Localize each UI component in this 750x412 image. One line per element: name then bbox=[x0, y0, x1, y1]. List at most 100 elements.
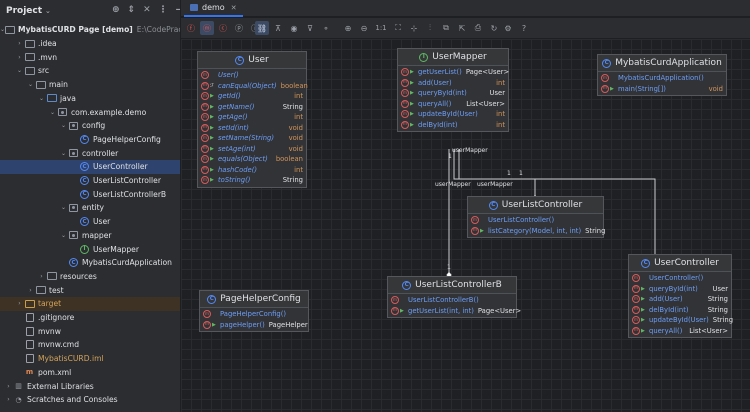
class-node[interactable]: C UserListControllerB m UserListControllerB… bbox=[387, 276, 521, 318]
method-row[interactable]: m ▶ updateById(User) int bbox=[398, 109, 508, 120]
method-row[interactable]: m User() bbox=[198, 70, 306, 81]
method-row[interactable]: m ▶ queryAll() List<User> bbox=[398, 99, 508, 110]
class-node[interactable]: C UserController m UserController() m ▶ queryB… bbox=[628, 254, 733, 338]
tree-item[interactable]: › test bbox=[0, 283, 180, 297]
copy-icon[interactable]: ⧉ bbox=[439, 21, 453, 35]
tree-item[interactable]: .gitignore bbox=[0, 311, 180, 325]
tree-item[interactable]: › ▥ External Libraries bbox=[0, 379, 180, 393]
tree-item[interactable]: ⌄ java bbox=[0, 92, 180, 106]
method-row[interactable]: m ▶ queryById(int) User bbox=[398, 88, 508, 99]
tree-item[interactable]: C UserController bbox=[0, 160, 180, 174]
tree-item[interactable]: ⌄ mapper bbox=[0, 229, 180, 243]
methods-icon[interactable]: ⓜ bbox=[200, 21, 214, 35]
class-node[interactable]: C UserListController m UserListController()… bbox=[467, 196, 605, 238]
diagram-canvas[interactable]: C User m User() m ℱcanEqual(Object) boolean m ▶ g… bbox=[181, 39, 750, 412]
properties-icon[interactable]: ⓟ bbox=[232, 21, 246, 35]
close-icon[interactable]: ✕ bbox=[231, 4, 237, 12]
print-icon[interactable]: ⎙ bbox=[471, 21, 485, 35]
chevron-down-icon[interactable]: ⌄ bbox=[15, 67, 24, 74]
tree-item[interactable]: › resources bbox=[0, 270, 180, 284]
tree-item[interactable]: C MybatisCurdApplication bbox=[0, 256, 180, 270]
method-row[interactable]: m UserListControllerB() bbox=[388, 295, 516, 306]
settings-icon[interactable]: ⚙ bbox=[501, 21, 515, 35]
method-row[interactable]: m ▶ queryAll() List<User> bbox=[629, 326, 731, 337]
visibility-icon[interactable]: ◉ bbox=[287, 21, 301, 35]
method-row[interactable]: m ▶ queryById(int) User bbox=[629, 284, 731, 295]
method-row[interactable]: m ▶ toString() String bbox=[198, 175, 306, 186]
tree-item[interactable]: ⌄ config bbox=[0, 119, 180, 133]
zoom-out-icon[interactable]: ⊖ bbox=[357, 21, 371, 35]
layer-icon[interactable]: ⚬ bbox=[319, 21, 333, 35]
method-row[interactable]: m ▶ getUserList(int, int) Page<User> bbox=[388, 306, 521, 317]
class-node[interactable]: C User m User() m ℱcanEqual(Object) boolean m ▶ g… bbox=[197, 51, 308, 188]
project-pane-header[interactable]: Project ⌄ ⊕ ⇕ ✕ ⋮ — bbox=[0, 0, 180, 22]
show-categories-icon[interactable]: ⊼ bbox=[271, 21, 285, 35]
tree-item[interactable]: mvnw bbox=[0, 324, 180, 338]
chevron-down-icon[interactable]: ⌄ bbox=[48, 109, 57, 116]
tree-item[interactable]: MybatisCURD.iml bbox=[0, 352, 180, 366]
method-row[interactable]: m ▶ getId() int bbox=[198, 91, 306, 102]
tree-item[interactable]: ⌄ src bbox=[0, 64, 180, 78]
method-row[interactable]: m ℱcanEqual(Object) boolean bbox=[198, 81, 308, 92]
zoom-in-icon[interactable]: ⊕ bbox=[341, 21, 355, 35]
method-row[interactable]: m ▶ hashCode() int bbox=[198, 165, 306, 176]
route-edges-icon[interactable]: ⫶ bbox=[423, 21, 437, 35]
tree-item[interactable]: m pom.xml bbox=[0, 366, 180, 380]
tree-item[interactable]: ⌄ main bbox=[0, 78, 180, 92]
method-row[interactable]: m ▶ getAge() int bbox=[198, 112, 306, 123]
method-row[interactable]: m ▶ equals(Object) boolean bbox=[198, 154, 306, 165]
constructors-icon[interactable]: ⓒ bbox=[216, 21, 230, 35]
chevron-right-icon[interactable]: › bbox=[15, 40, 24, 47]
tree-item[interactable]: › ◔ Scratches and Consoles bbox=[0, 393, 180, 407]
collapse-all-icon[interactable]: ✕ bbox=[143, 5, 151, 15]
class-node[interactable]: I UserMapper m ▶ getUserList() Page<User> m ▶ ad… bbox=[397, 48, 509, 132]
method-row[interactable]: m ▶ getUserList() Page<User> bbox=[398, 67, 509, 78]
method-row[interactable]: m ▶ delById(int) String bbox=[629, 305, 731, 316]
help-icon[interactable]: ? bbox=[517, 21, 531, 35]
tree-item[interactable]: › .idea bbox=[0, 37, 180, 51]
tree-item[interactable]: › target bbox=[0, 297, 180, 311]
locate-icon[interactable]: ⊕ bbox=[112, 5, 120, 15]
tree-item[interactable]: C PageHelperConfig bbox=[0, 133, 180, 147]
class-node[interactable]: C PageHelperConfig m PageHelperConfig() m ▶ pa… bbox=[199, 290, 309, 332]
method-row[interactable]: m ▶ main(String[]) void bbox=[598, 84, 726, 95]
chevron-down-icon[interactable]: ⌄ bbox=[59, 122, 68, 129]
export-icon[interactable]: ⇱ bbox=[455, 21, 469, 35]
method-row[interactable]: m ▶ pageHelper() PageHelper bbox=[200, 320, 308, 331]
chevron-down-icon[interactable]: ⌄ bbox=[59, 204, 68, 211]
method-row[interactable]: m MybatisCurdApplication() bbox=[598, 73, 726, 84]
tree-item[interactable]: ⌄MybatisCURD Page [demo]E:\CodePractic bbox=[0, 23, 180, 37]
more-options-icon[interactable]: ⋮ bbox=[159, 5, 168, 15]
tab-demo[interactable]: demo ✕ bbox=[184, 0, 243, 17]
project-pane-title[interactable]: Project bbox=[6, 6, 42, 16]
expand-all-icon[interactable]: ⇕ bbox=[128, 5, 136, 15]
tree-item[interactable]: › .mvn bbox=[0, 50, 180, 64]
tree-item[interactable]: I UserMapper bbox=[0, 242, 180, 256]
method-row[interactable]: m ▶ add(User) int bbox=[398, 78, 508, 89]
tree-item[interactable]: ⌄ controller bbox=[0, 146, 180, 160]
refresh-icon[interactable]: ↻ bbox=[487, 21, 501, 35]
class-node[interactable]: C MybatisCurdApplication m MybatisCurdAppli… bbox=[597, 54, 727, 96]
chevron-right-icon[interactable]: › bbox=[4, 396, 13, 403]
chevron-down-icon[interactable]: ⌄ bbox=[37, 95, 46, 102]
chevron-down-icon[interactable]: ⌄ bbox=[26, 81, 35, 88]
chevron-right-icon[interactable]: › bbox=[4, 383, 13, 390]
method-row[interactable]: m ▶ delById(int) int bbox=[398, 120, 508, 131]
method-row[interactable]: m ▶ listCategory(Model, int, int) String bbox=[468, 226, 605, 237]
dependencies-icon[interactable]: ⛓ bbox=[255, 21, 269, 35]
method-row[interactable]: m ▶ getName() String bbox=[198, 102, 306, 113]
tree-item[interactable]: ⌄ entity bbox=[0, 201, 180, 215]
method-row[interactable]: m ▶ updateById(User) String bbox=[629, 315, 733, 326]
chevron-down-icon[interactable]: ⌄ bbox=[59, 232, 68, 239]
apply-layout-icon[interactable]: ⊹ bbox=[407, 21, 421, 35]
chevron-right-icon[interactable]: › bbox=[26, 287, 35, 294]
method-row[interactable]: m PageHelperConfig() bbox=[200, 309, 308, 320]
chevron-down-icon[interactable]: ⌄ bbox=[45, 7, 51, 15]
chevron-right-icon[interactable]: › bbox=[15, 300, 24, 307]
chevron-right-icon[interactable]: › bbox=[37, 273, 46, 280]
method-row[interactable]: m ▶ add(User) String bbox=[629, 294, 731, 305]
tree-item[interactable]: C UserListControllerB bbox=[0, 187, 180, 201]
tree-item[interactable]: C UserListController bbox=[0, 174, 180, 188]
method-row[interactable]: m UserController() bbox=[629, 273, 731, 284]
method-row[interactable]: m ▶ setName(String) void bbox=[198, 133, 306, 144]
